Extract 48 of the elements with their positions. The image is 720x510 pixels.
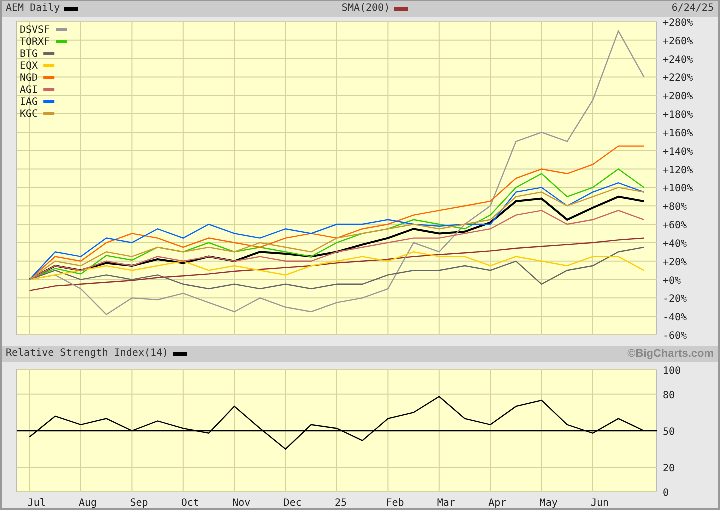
axis-label: +100% — [663, 184, 694, 195]
legend-label: IAG — [20, 97, 38, 108]
axis-label: +280% — [663, 18, 694, 29]
legend-label: EQX — [20, 61, 38, 72]
legend-label: Relative Strength Index(14) — [6, 347, 169, 362]
axis-label: 0 — [663, 488, 670, 500]
axis-label: 50 — [663, 427, 676, 438]
credit-label: ©BigCharts.com — [628, 347, 714, 362]
legend-label: KGC — [20, 109, 38, 120]
axis-label: Jun — [591, 498, 610, 508]
axis-label: +160% — [663, 128, 694, 140]
axis-label: +40% — [663, 238, 688, 250]
axis-label: 80 — [663, 390, 676, 402]
axis-label: +260% — [663, 36, 694, 48]
axis-label: +200% — [663, 92, 694, 103]
legend-label: DSVSF — [20, 25, 50, 36]
axis-label: +140% — [663, 146, 694, 158]
legend-label: BTG — [20, 49, 38, 60]
axis-label: Mar — [437, 498, 456, 508]
legend-label: AGI — [20, 85, 38, 96]
legend-label: AEM Daily — [6, 2, 60, 16]
axis-label: +220% — [663, 73, 694, 84]
axis-label: 25 — [335, 498, 348, 508]
axis-label: Feb — [386, 498, 404, 508]
axis-label: 100 — [663, 366, 682, 378]
legend-label: NGD — [20, 73, 38, 84]
axis-label: Aug — [79, 498, 98, 508]
legend-label: SMA(200) — [342, 2, 390, 16]
axis-label: -60% — [663, 331, 688, 342]
axis-label: +60% — [663, 220, 688, 232]
axis-label: Apr — [488, 498, 507, 508]
axis-label: -40% — [663, 312, 688, 324]
axis-label: Sep — [130, 498, 148, 508]
date-label: 6/24/25 — [672, 2, 714, 16]
axis-label: 20 — [663, 464, 676, 475]
axis-label: +180% — [663, 110, 694, 122]
axis-label: -20% — [663, 294, 688, 306]
axis-label: +20% — [663, 257, 688, 268]
axis-label: Dec — [284, 498, 302, 508]
axis-label: Oct — [181, 498, 200, 508]
axis-label: +120% — [663, 165, 694, 176]
axis-label: +0% — [663, 276, 682, 287]
axis-label: May — [540, 498, 558, 508]
axis-label: +80% — [663, 202, 688, 214]
axis-label: Jul — [28, 498, 46, 508]
axis-label: Nov — [232, 498, 251, 508]
legend-label: TORXF — [20, 37, 50, 48]
axis-label: +240% — [663, 54, 694, 66]
